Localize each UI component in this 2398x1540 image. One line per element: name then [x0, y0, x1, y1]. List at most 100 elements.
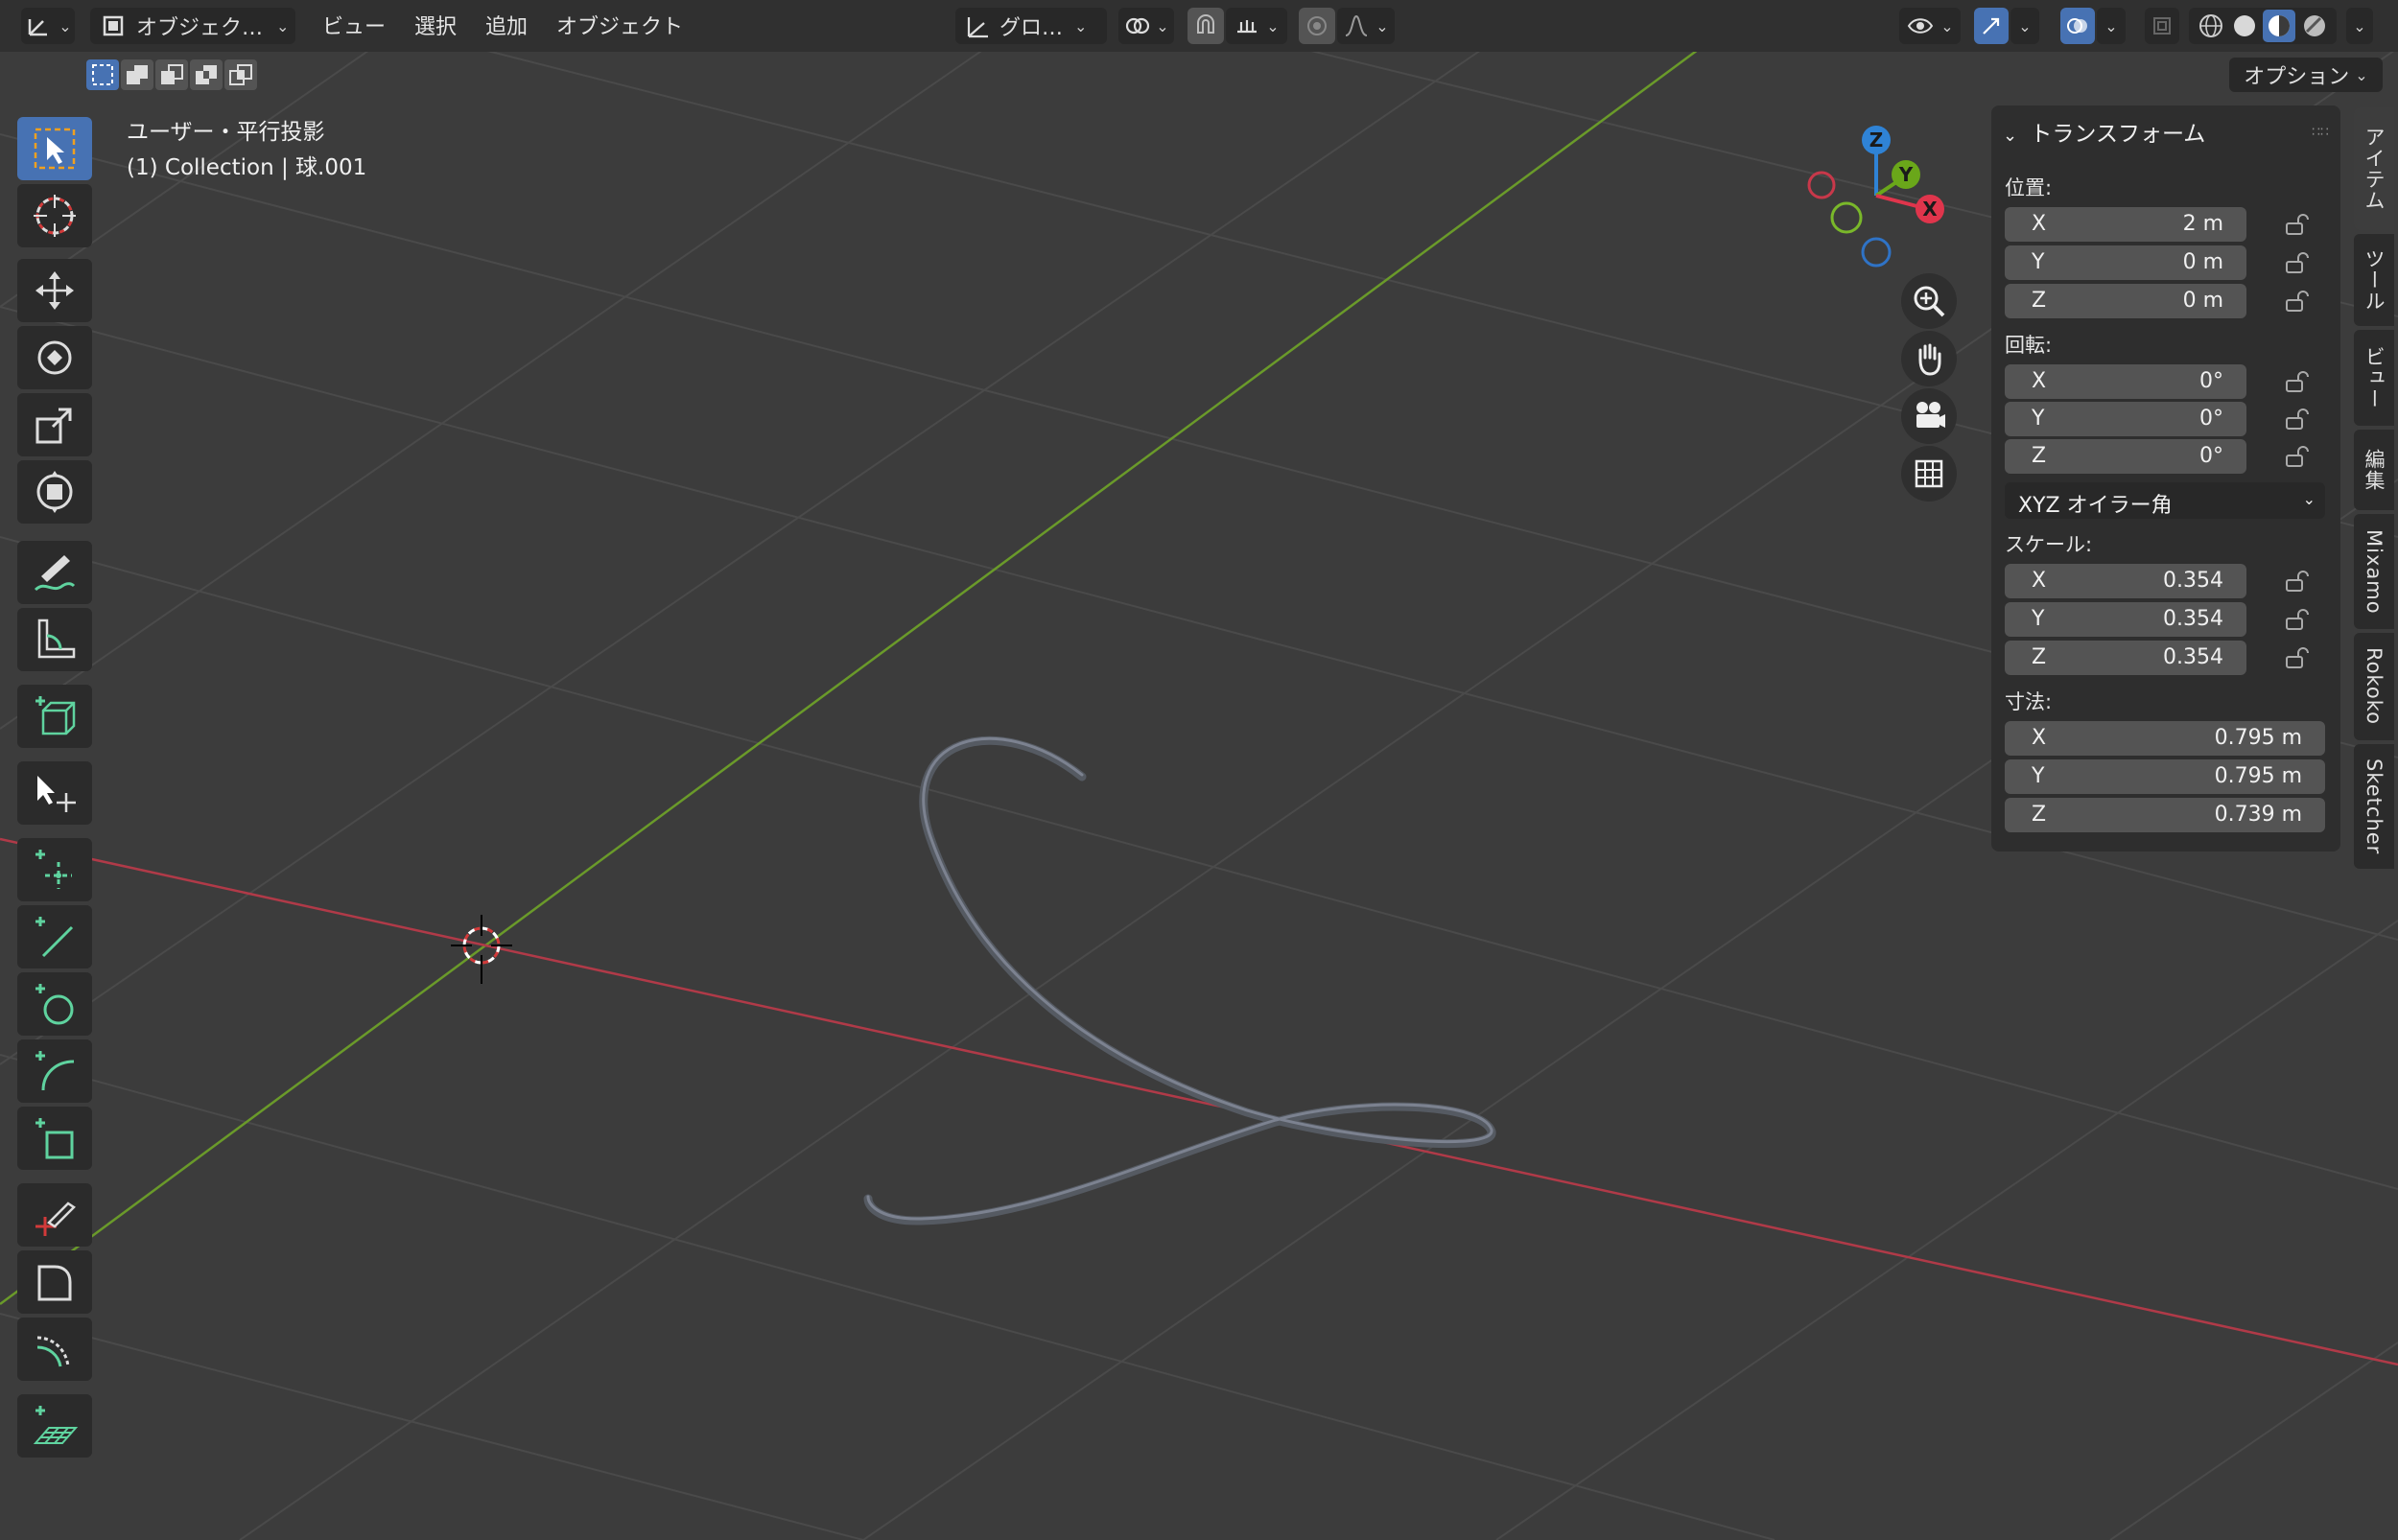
dimensions-z-field[interactable]: Z 0.739 m [2005, 798, 2325, 832]
add-rectangle-icon [35, 1118, 74, 1159]
add-grid-tool[interactable] [17, 1394, 92, 1458]
gizmo-toggle[interactable] [1974, 8, 2009, 44]
y-axis-handle[interactable]: Y [1892, 160, 1920, 189]
location-z-field[interactable]: Z 0 m [2005, 284, 2246, 318]
field-value: 0 m [2182, 250, 2223, 274]
tab-sketcher[interactable]: Sketcher [2354, 744, 2394, 869]
navigation-gizmo[interactable]: Z Y X [1794, 115, 1957, 278]
tab-edit[interactable]: 編集 [2354, 430, 2394, 510]
falloff-button[interactable]: ⌄ [1337, 8, 1395, 44]
zoom-button[interactable] [1901, 273, 1957, 329]
fillet-tool[interactable] [17, 1250, 92, 1314]
options-dropdown[interactable]: オプション ⌄ [2229, 58, 2383, 92]
scale-z-field[interactable]: Z 0.354 [2005, 641, 2246, 675]
editor-type-button[interactable]: ⌄ [21, 8, 75, 44]
xray-toggle[interactable] [2145, 8, 2179, 44]
rendered-shading-icon[interactable] [2300, 12, 2329, 40]
transform-panel-header[interactable]: ⌄ トランスフォーム [2003, 115, 2205, 148]
overlay-toggle[interactable] [2060, 8, 2095, 44]
location-x-field[interactable]: X 2 m [2005, 207, 2246, 242]
lock-rotation-y-icon[interactable] [2285, 408, 2310, 431]
camera-view-button[interactable] [1901, 388, 1957, 444]
x-axis-handle[interactable]: X [1916, 195, 1944, 223]
z-axis-handle[interactable]: Z [1862, 126, 1891, 154]
add-cube-tool[interactable] [17, 685, 92, 748]
annotate-tool[interactable] [17, 541, 92, 604]
measure-tool[interactable] [17, 608, 92, 671]
tab-mixamo[interactable]: Mixamo [2354, 514, 2394, 629]
lock-rotation-x-icon[interactable] [2285, 370, 2310, 393]
perspective-toggle-button[interactable] [1901, 446, 1957, 502]
scale-tool[interactable] [17, 393, 92, 456]
lock-scale-y-icon[interactable] [2285, 608, 2310, 631]
pan-button[interactable] [1901, 331, 1957, 386]
drag-handle-icon[interactable]: ∷∷ [2312, 125, 2329, 140]
curve-object[interactable] [863, 735, 1496, 1225]
wireframe-shading-icon[interactable] [2197, 12, 2225, 40]
gizmo-options[interactable]: ⌄ [2010, 8, 2039, 44]
dimensions-x-field[interactable]: X 0.795 m [2005, 721, 2325, 756]
cursor-tool[interactable] [17, 184, 92, 247]
menu-select[interactable]: 選択 [414, 10, 457, 40]
add-point-tool[interactable] [17, 838, 92, 901]
rotation-y-field[interactable]: Y 0° [2005, 402, 2246, 436]
lock-location-x-icon[interactable] [2285, 213, 2310, 236]
snap-target-button[interactable]: ⌄ [1226, 8, 1287, 44]
add-rectangle-tool[interactable] [17, 1107, 92, 1170]
scale-y-field[interactable]: Y 0.354 [2005, 602, 2246, 637]
proportional-edit-toggle[interactable] [1299, 8, 1335, 44]
move-arrows-icon [35, 271, 74, 310]
menu-add[interactable]: 追加 [485, 10, 528, 40]
tab-item[interactable]: アイテム [2354, 107, 2394, 230]
visibility-button[interactable]: ⌄ [1899, 8, 1961, 44]
location-y-field[interactable]: Y 0 m [2005, 245, 2246, 280]
shading-options[interactable]: ⌄ [2346, 8, 2373, 44]
dimensions-y-field[interactable]: Y 0.795 m [2005, 759, 2325, 794]
tab-view[interactable]: ビュー [2354, 330, 2394, 426]
rotation-x-field[interactable]: X 0° [2005, 364, 2246, 399]
add-circle-tool[interactable] [17, 972, 92, 1036]
move-tool[interactable] [17, 259, 92, 322]
neg-y-handle[interactable] [1830, 201, 1863, 234]
select-difference-mode[interactable] [190, 59, 223, 90]
select-new-mode[interactable] [86, 59, 119, 90]
material-shading-icon[interactable] [2263, 10, 2296, 42]
mode-select[interactable]: オブジェク… ⌄ [90, 8, 295, 44]
select-intersect-mode[interactable] [224, 59, 257, 90]
select-box-tool[interactable] [17, 117, 92, 180]
transform-orientation-select[interactable]: グロ… ⌄ [955, 8, 1107, 44]
lock-scale-x-icon[interactable] [2285, 570, 2310, 593]
scale-x-field[interactable]: X 0.354 [2005, 564, 2246, 598]
lock-rotation-z-icon[interactable] [2285, 445, 2310, 468]
field-value: 0.739 m [2214, 803, 2302, 827]
snap-toggle[interactable] [1187, 8, 1224, 44]
tab-tool[interactable]: ツール [2354, 234, 2394, 326]
rotation-mode-select[interactable]: XYZ オイラー角 ⌄ [2005, 482, 2325, 519]
tab-rokoko[interactable]: Rokoko [2354, 633, 2394, 740]
origin-tool[interactable] [17, 761, 92, 825]
knife-tool[interactable] [17, 1183, 92, 1247]
select-subtract-mode[interactable] [155, 59, 188, 90]
lock-location-y-icon[interactable] [2285, 251, 2310, 274]
lock-scale-z-icon[interactable] [2285, 646, 2310, 669]
menu-object[interactable]: オブジェクト [556, 10, 683, 40]
pivot-point-button[interactable]: ⌄ [1118, 8, 1174, 44]
chevron-down-icon: ⌄ [2302, 490, 2316, 508]
select-extend-mode[interactable] [121, 59, 153, 90]
add-line-tool[interactable] [17, 905, 92, 968]
overlay-options[interactable]: ⌄ [2097, 8, 2126, 44]
view-info-overlay: ユーザー・平行投影 (1) Collection | 球.001 [127, 115, 366, 186]
menu-view[interactable]: ビュー [322, 10, 386, 40]
rotation-z-field[interactable]: Z 0° [2005, 439, 2246, 474]
transform-tool[interactable] [17, 460, 92, 524]
solid-shading-icon[interactable] [2230, 12, 2259, 40]
rotate-tool[interactable] [17, 326, 92, 389]
neg-z-handle[interactable] [1861, 237, 1892, 268]
hand-icon [1918, 343, 1941, 376]
select-difference-icon [196, 65, 217, 84]
field-value: 0.354 [2163, 645, 2223, 669]
add-arc-tool[interactable] [17, 1039, 92, 1103]
offset-tool[interactable] [17, 1318, 92, 1381]
lock-location-z-icon[interactable] [2285, 290, 2310, 313]
neg-x-handle[interactable] [1807, 171, 1836, 199]
